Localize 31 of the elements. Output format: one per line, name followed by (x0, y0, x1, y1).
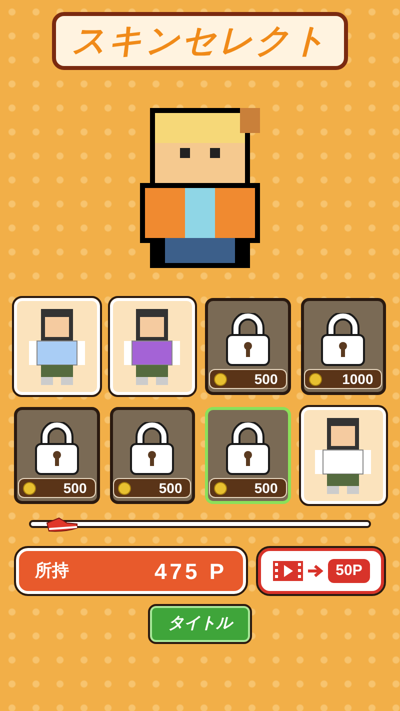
price: 500 (254, 370, 279, 388)
price: 500 (254, 478, 279, 498)
price: 500 (63, 478, 88, 498)
skin-card[interactable]: 1000 (300, 298, 386, 395)
skin-card[interactable]: 500 (205, 407, 290, 504)
video-icon (272, 560, 304, 582)
skin-card[interactable] (110, 298, 195, 395)
padlock-icon (32, 422, 81, 476)
reward-badge: 50P (328, 558, 370, 584)
padlock-icon (319, 313, 368, 367)
coin-icon (22, 482, 36, 494)
padlock-icon (128, 422, 176, 476)
screen-title: スキンセレクト (52, 12, 348, 70)
shoe-icon[interactable] (44, 515, 79, 533)
coin-icon (214, 372, 227, 386)
price: 500 (158, 478, 184, 498)
padlock-icon (224, 313, 272, 367)
skin-card[interactable] (14, 298, 100, 395)
skin-card[interactable]: 500 (110, 407, 195, 504)
padlock-icon (224, 422, 272, 476)
skin-card[interactable]: 500 (14, 407, 100, 504)
watch-video-button[interactable]: 50P (258, 548, 384, 594)
coin-icon (214, 482, 227, 494)
coin-icon (309, 372, 322, 386)
owned-points: 475 P (154, 558, 227, 586)
skin-card[interactable] (300, 407, 386, 504)
coin-icon (118, 482, 132, 494)
arrow-icon (308, 565, 324, 577)
owned-label: 所持 (35, 560, 69, 582)
price: 1000 (342, 370, 374, 388)
skin-card[interactable]: 500 (205, 298, 290, 395)
